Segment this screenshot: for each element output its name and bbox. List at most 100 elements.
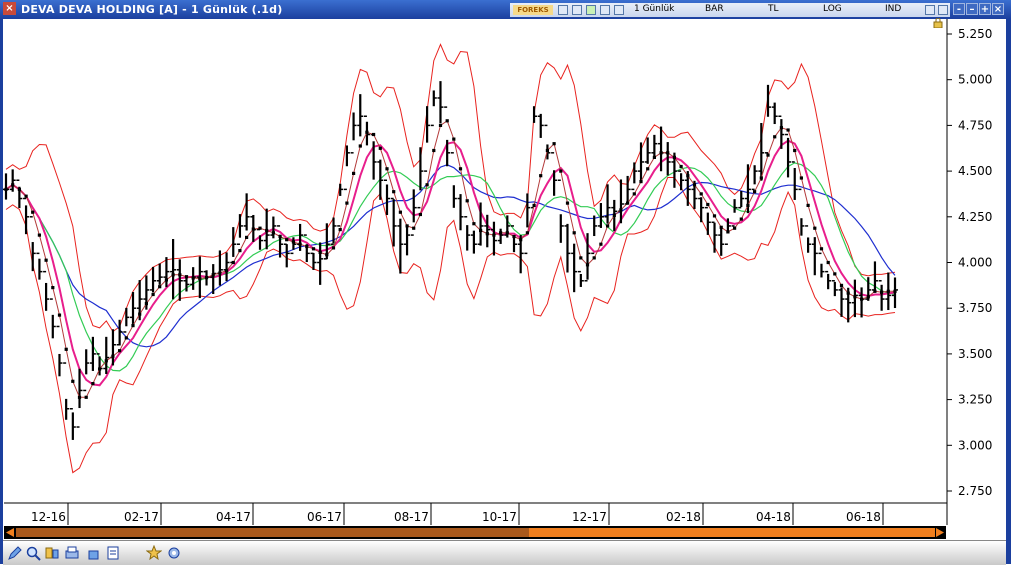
tools-icon[interactable] bbox=[44, 545, 60, 561]
trend-dot bbox=[652, 155, 656, 159]
window-restore-button[interactable]: – bbox=[966, 3, 978, 15]
pencil-icon[interactable] bbox=[586, 5, 596, 15]
trend-dot bbox=[191, 276, 195, 280]
period-select[interactable]: 1 Günlük bbox=[634, 4, 674, 14]
trend-dot bbox=[425, 183, 429, 187]
y-tick-label: 4.250 bbox=[958, 210, 992, 224]
x-tick-label: 04-17 bbox=[216, 510, 251, 524]
trend-dot bbox=[218, 271, 222, 275]
trend-dot bbox=[418, 212, 422, 217]
trend-dot bbox=[545, 148, 549, 153]
trend-dot bbox=[866, 295, 870, 299]
trend-dot bbox=[144, 302, 148, 306]
trend-dot bbox=[873, 289, 877, 293]
trend-dot bbox=[766, 153, 770, 157]
scroll-left-icon[interactable] bbox=[6, 528, 15, 537]
window-maximize-button[interactable]: + bbox=[979, 3, 991, 15]
trend-dot bbox=[572, 231, 576, 235]
trend-dot bbox=[238, 249, 242, 253]
trend-dot bbox=[198, 276, 202, 281]
grid-icon[interactable] bbox=[572, 5, 582, 15]
indicators-select[interactable]: IND bbox=[885, 4, 901, 14]
scale-select[interactable]: LOG bbox=[823, 4, 842, 14]
window-close-icon[interactable]: × bbox=[3, 2, 16, 15]
pencil-icon[interactable] bbox=[7, 545, 23, 561]
trend-dot bbox=[806, 203, 810, 207]
trend-dot bbox=[245, 235, 249, 239]
window-minimize-button[interactable]: - bbox=[953, 3, 965, 15]
trend-dot bbox=[699, 192, 703, 196]
time-scrollbar[interactable] bbox=[4, 526, 946, 539]
scroll-right-icon[interactable] bbox=[936, 528, 945, 537]
arrow-icon[interactable] bbox=[614, 5, 624, 15]
trend-dot bbox=[445, 119, 449, 123]
trend-dot bbox=[311, 247, 316, 251]
trend-dot bbox=[753, 190, 757, 194]
trend-dot bbox=[465, 199, 469, 203]
trend-dot bbox=[799, 176, 803, 180]
settings-icon[interactable] bbox=[938, 5, 948, 15]
trend-dot bbox=[352, 171, 356, 175]
document-icon[interactable] bbox=[105, 545, 121, 561]
trend-dot bbox=[365, 130, 369, 134]
trend-dot bbox=[51, 286, 55, 290]
trend-dot bbox=[111, 354, 115, 358]
trend-dot bbox=[98, 367, 102, 371]
trend-dot bbox=[278, 234, 282, 239]
trend-dot bbox=[606, 224, 610, 228]
tools-icon[interactable] bbox=[600, 5, 610, 15]
trend-dot bbox=[813, 226, 817, 230]
trend-dot bbox=[77, 395, 82, 399]
trend-dot bbox=[492, 233, 496, 237]
bottom-toolbar bbox=[3, 540, 1006, 565]
trend-dot bbox=[839, 283, 844, 287]
trend-dot bbox=[692, 183, 697, 187]
price-chart[interactable]: 5.250 5.000 4.750 4.500 4.250 4.000 3.750 3.500… bbox=[0, 19, 1011, 525]
settings-icon[interactable] bbox=[166, 545, 182, 561]
zoom-icon[interactable] bbox=[25, 545, 41, 561]
bollinger-lower-line bbox=[5, 177, 896, 474]
trend-dot bbox=[525, 231, 529, 235]
trend-dot bbox=[499, 231, 503, 235]
y-tick-label: 5.250 bbox=[958, 27, 992, 41]
window-close-button[interactable]: × bbox=[992, 3, 1004, 15]
trend-dot bbox=[171, 273, 175, 277]
x-tick-label: 06-18 bbox=[846, 510, 881, 524]
y-tick-label: 5.000 bbox=[958, 73, 992, 87]
trend-dot bbox=[11, 183, 15, 187]
trend-dot bbox=[853, 295, 857, 299]
trend-dot bbox=[826, 260, 830, 265]
link-icon[interactable] bbox=[925, 5, 935, 15]
trend-dot bbox=[4, 187, 8, 191]
trend-dot bbox=[519, 238, 523, 242]
scroll-track[interactable] bbox=[16, 528, 529, 537]
y-tick-label: 3.500 bbox=[958, 347, 992, 361]
cube-icon[interactable] bbox=[85, 545, 101, 561]
trend-dot bbox=[298, 242, 302, 246]
trend-dot bbox=[291, 240, 295, 244]
trend-dot bbox=[619, 208, 623, 212]
star-icon[interactable] bbox=[146, 545, 162, 561]
chart-type-select[interactable]: BAR bbox=[705, 4, 724, 14]
scroll-thumb[interactable] bbox=[529, 528, 935, 537]
trend-dot bbox=[345, 201, 349, 205]
currency-select[interactable]: TL bbox=[768, 4, 779, 14]
trend-dot bbox=[626, 201, 630, 205]
print-icon[interactable] bbox=[64, 545, 80, 561]
trend-dot bbox=[225, 269, 229, 273]
window-title: DEVA DEVA HOLDING [A] - 1 Günlük (.1d) bbox=[21, 3, 283, 16]
trend-dot bbox=[385, 167, 389, 171]
x-tick-label: 08-17 bbox=[394, 510, 429, 524]
trend-dot bbox=[893, 289, 897, 293]
trend-dot bbox=[164, 278, 168, 282]
trend-dot bbox=[338, 228, 342, 232]
trend-dot bbox=[305, 244, 309, 249]
trend-dot bbox=[325, 253, 329, 257]
trend-dot bbox=[131, 324, 135, 328]
bar-chart-icon[interactable] bbox=[558, 5, 568, 15]
trend-dot bbox=[833, 272, 837, 276]
trend-dot bbox=[124, 336, 128, 340]
trend-dot bbox=[31, 210, 35, 214]
trend-dot bbox=[432, 148, 436, 153]
trend-dot bbox=[666, 151, 670, 155]
